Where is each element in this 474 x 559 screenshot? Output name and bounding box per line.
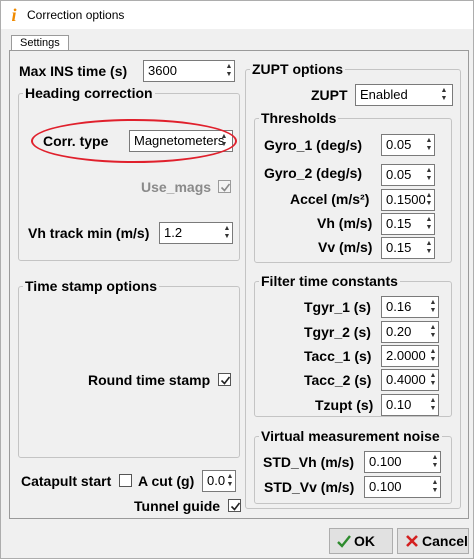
vh-spinner[interactable]: 0.15 ▲ ▼ [381, 213, 435, 235]
spinner-arrows-icon[interactable]: ▲ ▼ [225, 63, 233, 79]
spinner-arrows-icon[interactable]: ▲ ▼ [425, 216, 433, 232]
gyro2-value: 0.05 [386, 167, 412, 182]
tab-strip: Settings [7, 35, 469, 51]
tgyr2-value: 0.20 [386, 324, 412, 339]
tunnel-guide-label: Tunnel guide [134, 498, 221, 514]
tgyr1-value: 0.16 [386, 299, 412, 314]
round-time-stamp-label: Round time stamp [88, 372, 211, 388]
accel-spinner[interactable]: 0.1500 ▲ ▼ [381, 189, 435, 211]
a-cut-spinner[interactable]: 0.0 ▲ ▼ [202, 470, 236, 492]
tzupt-spinner[interactable]: 0.10 ▲ ▼ [381, 394, 439, 416]
zupt-options-title: ZUPT options [250, 60, 345, 78]
time-stamp-title: Time stamp options [23, 277, 159, 295]
catapult-start-label: Catapult start [21, 473, 112, 489]
tacc2-label: Tacc_2 (s) [304, 372, 372, 388]
std-vv-label: STD_Vv (m/s) [264, 479, 355, 495]
tab-settings[interactable]: Settings [11, 35, 69, 51]
std-vh-value: 0.100 [369, 454, 402, 469]
vv-spinner[interactable]: 0.15 ▲ ▼ [381, 237, 435, 259]
spinner-arrows-icon[interactable]: ▲ ▼ [429, 397, 437, 413]
filter-time-constants-title: Filter time constants [259, 272, 400, 290]
vh-label: Vh (m/s) [317, 215, 373, 231]
tacc1-value: 2.0000 [386, 348, 426, 363]
gyro2-spinner[interactable]: 0.05 ▲ ▼ [381, 164, 435, 186]
thresholds-title: Thresholds [259, 109, 339, 127]
cancel-label: Cancel [422, 533, 468, 549]
tunnel-guide-checkbox[interactable] [228, 499, 241, 512]
std-vv-spinner[interactable]: 0.100 ▲ ▼ [364, 476, 441, 498]
vh-value: 0.15 [386, 216, 412, 231]
spinner-arrows-icon[interactable]: ▲ ▼ [223, 225, 231, 241]
gyro1-value: 0.05 [386, 137, 412, 152]
zupt-dropdown[interactable]: Enabled ▲ ▼ [355, 84, 453, 106]
spinner-arrows-icon[interactable]: ▲ ▼ [425, 167, 433, 183]
spinner-arrows-icon[interactable]: ▲ ▼ [429, 372, 437, 388]
vv-label: Vv (m/s) [318, 239, 373, 255]
gyro2-label: Gyro_2 (deg/s) [264, 165, 363, 181]
correction-options-window: i Correction options Settings Max INS ti… [0, 0, 474, 559]
spinner-arrows-icon[interactable]: ▲ ▼ [431, 454, 439, 470]
catapult-start-checkbox[interactable] [119, 474, 132, 487]
checkmark-icon [230, 502, 241, 511]
checkmark-icon [220, 376, 231, 385]
spinner-arrows-icon[interactable]: ▲ ▼ [226, 473, 234, 489]
tacc1-label: Tacc_1 (s) [304, 348, 372, 364]
tgyr2-spinner[interactable]: 0.20 ▲ ▼ [381, 321, 439, 343]
spinner-arrows-icon[interactable]: ▲ ▼ [431, 479, 439, 495]
use-mags-label: Use_mags [141, 179, 212, 195]
accel-value: 0.1500 [386, 192, 426, 207]
title-bar: i Correction options [1, 1, 473, 29]
window-title: Correction options [27, 8, 125, 22]
ok-button[interactable]: OK [329, 528, 393, 554]
close-icon [406, 535, 418, 547]
checkmark-icon [220, 183, 231, 192]
zupt-value: Enabled [360, 87, 408, 102]
checkmark-icon [337, 535, 351, 548]
std-vh-label: STD_Vh (m/s) [263, 454, 355, 470]
tgyr1-label: Tgyr_1 (s) [304, 299, 371, 315]
virtual-measurement-noise-title: Virtual measurement noise [259, 427, 442, 445]
highlight-ellipse [31, 119, 237, 163]
heading-correction-title: Heading correction [23, 84, 155, 102]
std-vv-value: 0.100 [369, 479, 402, 494]
max-ins-spinner[interactable]: 3600 ▲ ▼ [143, 60, 235, 82]
max-ins-value: 3600 [148, 63, 177, 78]
spinner-arrows-icon[interactable]: ▲ ▼ [425, 137, 433, 153]
accel-label: Accel (m/s²) [290, 191, 370, 207]
vh-track-value: 1.2 [164, 225, 183, 240]
a-cut-label: A cut (g) [138, 473, 195, 489]
tzupt-value: 0.10 [386, 397, 412, 412]
tacc2-spinner[interactable]: 0.4000 ▲ ▼ [381, 369, 439, 391]
spinner-arrows-icon[interactable]: ▲ ▼ [429, 299, 437, 315]
vh-track-label: Vh track min (m/s) [28, 225, 150, 241]
vh-track-spinner[interactable]: 1.2 ▲ ▼ [159, 222, 233, 244]
vv-value: 0.15 [386, 240, 412, 255]
round-time-stamp-checkbox[interactable] [218, 373, 231, 386]
ok-label: OK [354, 533, 375, 549]
tacc1-spinner[interactable]: 2.0000 ▲ ▼ [381, 345, 439, 367]
tzupt-label: Tzupt (s) [315, 397, 374, 413]
tgyr2-label: Tgyr_2 (s) [304, 324, 371, 340]
max-ins-label: Max INS time (s) [19, 63, 128, 79]
dropdown-caret-icon: ▲ ▼ [440, 87, 448, 102]
spinner-arrows-icon[interactable]: ▲ ▼ [425, 240, 433, 256]
tacc2-value: 0.4000 [386, 372, 426, 387]
matlab-app-icon: i [11, 5, 17, 25]
use-mags-checkbox[interactable] [218, 180, 231, 193]
spinner-arrows-icon[interactable]: ▲ ▼ [425, 192, 433, 208]
a-cut-value: 0.0 [207, 473, 226, 488]
cancel-button[interactable]: Cancel [397, 528, 469, 554]
std-vh-spinner[interactable]: 0.100 ▲ ▼ [364, 451, 441, 473]
spinner-arrows-icon[interactable]: ▲ ▼ [429, 324, 437, 340]
gyro1-spinner[interactable]: 0.05 ▲ ▼ [381, 134, 435, 156]
zupt-label: ZUPT [311, 87, 348, 103]
gyro1-label: Gyro_1 (deg/s) [264, 137, 363, 153]
tgyr1-spinner[interactable]: 0.16 ▲ ▼ [381, 296, 439, 318]
spinner-arrows-icon[interactable]: ▲ ▼ [429, 348, 437, 364]
